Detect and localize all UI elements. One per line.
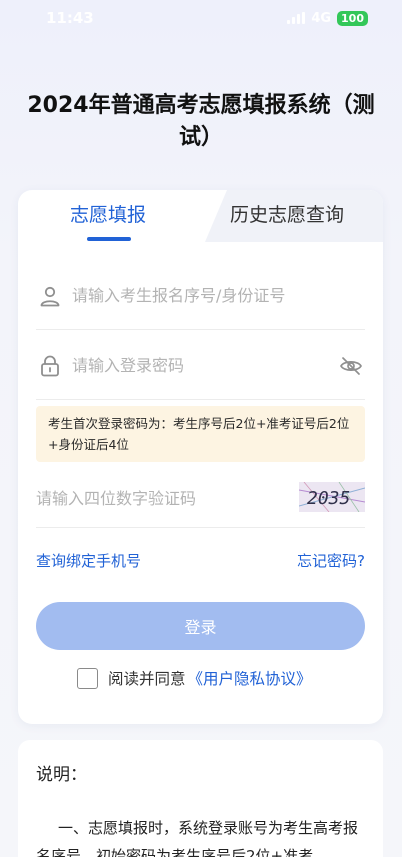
agree-text: 阅读并同意: [108, 670, 186, 688]
status-bar: 11:43 4G 100: [0, 0, 402, 36]
status-indicators: 4G 100: [287, 10, 368, 26]
info-title: 说明：: [36, 765, 87, 785]
tab-divider: [205, 190, 227, 242]
info-card: 说明： 一、志愿填报时，系统登录账号为考生高考报名序号，初始密码为考生序号后2位…: [18, 740, 383, 857]
captcha-text: 2035: [307, 488, 350, 509]
tab-history-query[interactable]: 历史志愿查询: [230, 202, 344, 228]
forgot-password-link[interactable]: 忘记密码?: [297, 550, 365, 571]
info-body: 一、志愿填报时，系统登录账号为考生高考报名序号，初始密码为考生序号后2位+准考: [36, 819, 359, 857]
login-card: 志愿填报 历史志愿查询 考生首次登录密码为：考生序号后2位+准考证号后2位+身份…: [18, 190, 383, 724]
battery-icon: 100: [337, 10, 368, 26]
username-field: [36, 260, 365, 330]
privacy-policy-link[interactable]: 《用户隐私协议》: [188, 667, 312, 689]
bind-phone-link[interactable]: 查询绑定手机号: [36, 550, 141, 571]
password-notice: 考生首次登录密码为：考生序号后2位+准考证号后2位+身份证后4位: [36, 406, 365, 462]
captcha-noise: 2035: [299, 482, 365, 512]
page-title: 2024年普通高考志愿填报系统（测试）: [27, 93, 375, 150]
user-icon: [40, 286, 60, 307]
password-field: [36, 330, 365, 400]
agreement-row: 阅读并同意 《用户隐私协议》: [77, 667, 312, 689]
network-type: 4G: [311, 10, 332, 26]
active-tab-indicator: [87, 237, 131, 241]
username-input[interactable]: [72, 282, 332, 308]
captcha-image[interactable]: 2035: [299, 482, 365, 512]
captcha-input[interactable]: [36, 486, 276, 510]
status-time: 11:43: [46, 9, 94, 27]
signal-icon: [287, 12, 306, 24]
login-button[interactable]: 登录: [36, 602, 365, 650]
tab-volunteer-fill[interactable]: 志愿填报: [70, 202, 146, 228]
lock-icon: [41, 355, 59, 377]
captcha-field: 2035: [36, 466, 365, 528]
password-input[interactable]: [72, 352, 332, 378]
eye-off-icon[interactable]: [339, 354, 363, 378]
agree-checkbox[interactable]: [77, 667, 98, 689]
